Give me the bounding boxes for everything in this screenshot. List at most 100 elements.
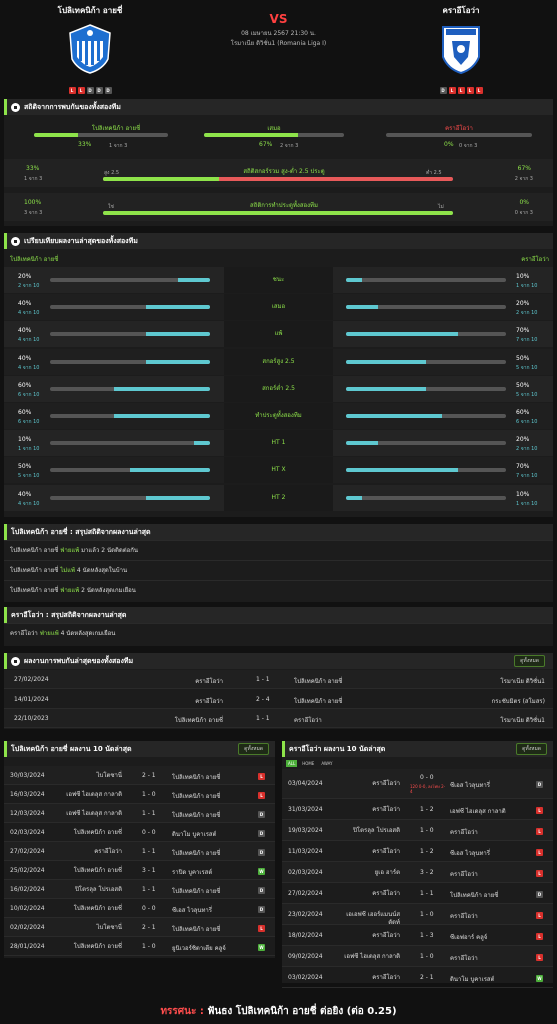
match-competition: โรมาเนีย ดิวิชั่น1 (500, 678, 545, 685)
result-badge: L (258, 773, 265, 780)
last10-home-view-all[interactable]: ดูทั้งหมด (238, 743, 269, 755)
home-bar (50, 468, 210, 473)
home-sub: 2 จาก 10 (18, 283, 40, 289)
result-row[interactable]: 18/02/2024 คราอีโอว่า 1 - 3 ซีเอฟอาร์ คลูจ์… (282, 925, 553, 946)
match-score: 1 - 0 (420, 953, 434, 960)
result-row[interactable]: 03/04/2024 คราอีโอว่า 0 - 0 ซีเอส ไวลุนทารี… (282, 769, 553, 799)
compare-row: 20% 2 จาก 10 ชนะ 10% 1 จาก 10 (4, 267, 553, 293)
result-row[interactable]: 19/03/2024 ปิโตรลุล โปรเอสติ 1 - 0 คราอีโอว… (282, 820, 553, 841)
result-badge: L (536, 912, 543, 919)
home-bar (50, 386, 210, 391)
home-bar (50, 305, 210, 310)
match-header: โปลิเทคนิก้า อายชี่ LLDDD VS 08 เมษายน 2… (0, 0, 557, 94)
last10-away-view-all[interactable]: ดูทั้งหมด (516, 743, 547, 755)
result-badge: L (536, 849, 543, 856)
home-pct: 50% (18, 463, 32, 471)
goals-under-pct: 67% (517, 165, 531, 172)
match-away: โปลิเทคนิก้า อายชี่ (172, 850, 221, 857)
match-home: ปิโตรลุล โปรเอสติ (353, 827, 400, 834)
result-row[interactable]: 02/02/2024 ไบโตซานี่ 2 - 1 โปลิเทคนิก้า อาย… (4, 918, 275, 937)
result-row[interactable]: 12/03/2024 เอฟซี ไฮเดลุส กาลาติ 1 - 1 โปลิเ… (4, 804, 275, 823)
goals-under-sub: 2 จาก 3 (514, 176, 533, 182)
away-bar-fill (346, 305, 378, 310)
result-row[interactable]: 28/01/2024 โปลิเทคนิก้า อายชี่ 1 - 0 ยูนิเว… (4, 937, 275, 956)
result-row[interactable]: 16/02/2024 ปิโตรลุล โปรเอสติ 1 - 1 โปลิเทคน… (4, 880, 275, 899)
result-row[interactable]: 11/03/2024 คราอีโอว่า 1 - 2 ซีเอส ไวลุนทารี… (282, 841, 553, 862)
result-row[interactable]: 03/02/2024 คราอีโอว่า 2 - 1 ดินาโม บูคาเรสต… (282, 967, 553, 988)
result-row[interactable]: 31/03/2024 คราอีโอว่า 1 - 2 เอฟซี ไฮเดลุส ก… (282, 799, 553, 820)
home-bar-fill (114, 386, 210, 391)
home-sub: 6 จาก 10 (18, 391, 40, 398)
footer-prefix: ทรรศนะ : (160, 1006, 204, 1017)
result-badge: W (258, 868, 265, 875)
match-score: 3 - 1 (142, 867, 156, 874)
away-bar (346, 441, 506, 446)
result-row[interactable]: 30/03/2024 ไบโตซานี่ 2 - 1 โปลิเทคนิก้า อาย… (4, 766, 275, 785)
filter-tab-away[interactable]: AWAY (319, 760, 334, 767)
result-row[interactable]: 09/02/2024 เอฟซี ไฮเดลุส กาลาติ 1 - 0 คราอี… (282, 946, 553, 967)
btts-yes-sub: 3 จาก 3 (24, 210, 43, 216)
match-score: 1 - 3 (420, 932, 434, 939)
summary-team: โปลิเทคนิก้า อายชี่ (10, 567, 61, 574)
goals-under-tag: ต่ำ 2.5 (426, 170, 442, 176)
match-away: ซีเอส ไวลุนทารี่ (172, 907, 213, 914)
away-bar (346, 305, 506, 310)
match-away: ยูนิเวอร์ซิตาเตีย คลูจ์ (172, 945, 226, 952)
compare-row: 60% 6 จาก 10 สกอร์ต่ำ 2.5 50% 5 จาก 10 (4, 375, 553, 402)
goals-row: 33% 1 จาก 3 สูง 2.5 สถิติสกอร์รวม สูง-ต่… (4, 159, 553, 187)
filter-tab-all[interactable]: ALL (286, 760, 298, 767)
result-row[interactable]: 27/02/2024 คราอีโอว่า 1 - 1 โปลิเทคนิก้า อา… (4, 842, 275, 861)
result-row[interactable]: 16/03/2024 เอฟซี ไฮเดลุส กาลาติ 1 - 0 โปลิเ… (4, 785, 275, 804)
match-score: 1 - 0 (142, 943, 156, 950)
result-badge: W (258, 944, 265, 951)
match-away: โปลิเทคนิก้า อายชี่ (172, 926, 221, 933)
h2h-row[interactable]: 14/01/2024 คราอีโอว่า 2 - 4 โปลิเทคนิก้า อา… (4, 690, 553, 709)
form-badge: L (457, 87, 465, 94)
form-badge: L (475, 87, 483, 94)
away-bar-fill (346, 414, 442, 418)
match-home: เอฟซี ไฮเดลุส กาลาติ (66, 791, 122, 798)
last10-home-title: โปลิเทคนิก้า อายชี่ ผลงาน 10 นัดล่าสุด (4, 741, 275, 757)
away-sub: 6 จาก 10 (516, 419, 538, 425)
result-row[interactable]: 10/02/2024 โปลิเทคนิก้า อายชี่ 0 - 0 ซีเอส … (4, 899, 275, 918)
summary-home-title: โปลิเทคนิก้า อายชี่ : สรุปสถิติจากผลงานล… (4, 524, 553, 540)
result-row[interactable]: 02/03/2024 ยูเอ ฮาร์ต 3 - 2 คราอีโอว่า L (282, 862, 553, 883)
compare-row: 40% 4 จาก 10 HT 2 10% 1 จาก 10 (4, 484, 553, 511)
match-date: 03/04/2024 (288, 780, 323, 787)
compare-row: 40% 4 จาก 10 สกอร์สูง 2.5 50% 5 จาก 10 (4, 348, 553, 375)
away-pct: 60% (516, 409, 530, 416)
home-sub: 4 จาก 10 (18, 337, 40, 344)
match-home: โปลิเทคนิก้า อายชี่ (73, 943, 122, 950)
goals-over-tag: สูง 2.5 (104, 170, 120, 176)
summary-team: โปลิเทคนิก้า อายชี่ (10, 587, 61, 594)
match-away: ซีเอส ไวลุนทารี่ (450, 850, 491, 857)
last10-away-section: คราอีโอว่า ผลงาน 10 นัดล่าสุด ดูทั้งหมด … (282, 741, 553, 988)
match-competition: โรมาเนีย ดิวิชั่น1 (500, 717, 545, 724)
result-row[interactable]: 25/02/2024 โปลิเทคนิก้า อายชี่ 3 - 1 ราปิด … (4, 861, 275, 880)
away-bar-fill (346, 359, 426, 364)
h2h-row[interactable]: 22/10/2023 โปลิเทคนิก้า อายชี่ 1 - 1 คราอีโ… (4, 709, 553, 728)
match-score: 0 - 0 (142, 905, 156, 912)
match-date: 27/02/2024 (14, 676, 49, 683)
away-team[interactable]: คราอีโอว่า DLLLL (381, 4, 541, 94)
result-badge: L (536, 807, 543, 814)
filter-tab-home[interactable]: HOME (300, 760, 316, 767)
result-row[interactable]: 02/03/2024 โปลิเทคนิก้า อายชี่ 0 - 0 ดินาโม… (4, 823, 275, 842)
match-date: 16/02/2024 (10, 886, 45, 893)
summary-team: โปลิเทคนิก้า อายชี่ (10, 547, 61, 554)
h2h-view-all-button[interactable]: ดูทั้งหมด (514, 655, 545, 667)
match-score: 1 - 0 (142, 791, 156, 798)
match-away: โปลิเทคนิก้า อายชี่ (294, 697, 343, 705)
result-row[interactable]: 23/02/2024 เอเอฟซี เฮอร์แมนน์สตัดท์ 1 - 0ค… (282, 904, 553, 926)
match-date: 16/03/2024 (10, 791, 45, 798)
btts-no-tag: ไม่ (438, 204, 444, 210)
h2h-row[interactable]: 27/02/2024 คราอีโอว่า 1 - 1 โปลิเทคนิก้า อา… (4, 670, 553, 689)
match-away: โปลิเทคนิก้า อายชี่ (172, 812, 221, 819)
away-pct: 50% (516, 381, 530, 389)
home-pct: 20% (18, 273, 32, 280)
summary-rest: 4 นัดหลังสุดในบ้าน (76, 567, 128, 574)
away-sub: 1 จาก 10 (516, 283, 538, 289)
result-badge: L (536, 954, 543, 961)
result-row[interactable]: 27/02/2024 คราอีโอว่า 1 - 1 โปลิเทคนิก้า อา… (282, 883, 553, 904)
match-home: คราอีโอว่า (94, 848, 122, 855)
